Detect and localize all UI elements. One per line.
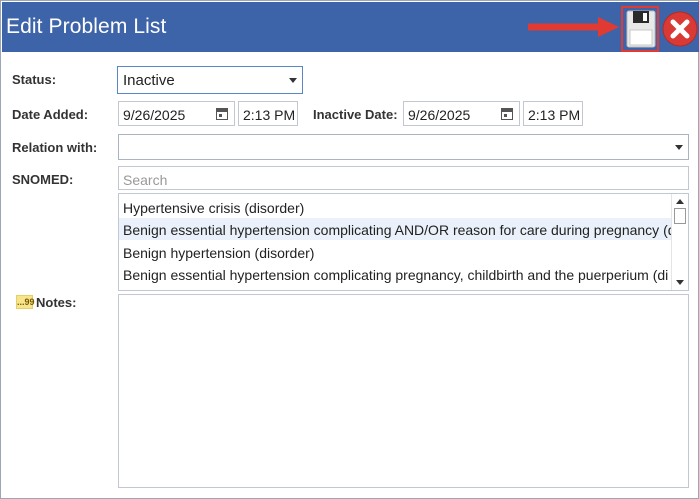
list-item[interactable]: Benign hypertension (disorder): [119, 241, 672, 263]
snomed-label: SNOMED:: [12, 172, 74, 187]
date-added-time-field[interactable]: 2:13 PM: [238, 101, 298, 126]
snomed-results-list: Hypertensive crisis (disorder) Benign es…: [118, 193, 689, 291]
close-button[interactable]: [662, 11, 698, 47]
list-item[interactable]: Benign essential hypertension complicati…: [119, 218, 672, 240]
date-added-date-field[interactable]: 9/26/2025: [118, 101, 235, 126]
floppy-disk-icon: [626, 10, 656, 48]
status-dropdown[interactable]: Inactive: [117, 66, 303, 94]
calendar-icon[interactable]: [216, 108, 228, 120]
date-added-time-value: 2:13 PM: [243, 107, 296, 123]
chevron-down-icon: [675, 145, 683, 150]
results-scrollbar[interactable]: [671, 194, 688, 290]
snomed-search-input[interactable]: [118, 166, 689, 190]
date-added-date-value: 9/26/2025: [123, 107, 186, 123]
title-bar: Edit Problem List: [2, 2, 699, 52]
edit-problem-list-dialog: Edit Problem List Status: Inactive Date …: [0, 0, 699, 499]
status-label: Status:: [12, 72, 57, 87]
notes-label: Notes:: [36, 295, 77, 310]
relation-dropdown[interactable]: [118, 134, 689, 160]
red-arrow-annotation-icon: [528, 17, 619, 37]
inactive-date-time-field[interactable]: 2:13 PM: [523, 101, 583, 126]
list-item[interactable]: Hypertensive crisis (disorder): [119, 196, 672, 218]
notes-textarea[interactable]: [118, 294, 689, 488]
dialog-title: Edit Problem List: [6, 15, 167, 38]
list-item[interactable]: Benign essential hypertension complicati…: [119, 263, 672, 285]
chevron-down-icon: [289, 78, 297, 83]
status-value: Inactive: [123, 72, 175, 89]
relation-label: Relation with:: [12, 140, 98, 155]
calendar-icon[interactable]: [501, 108, 513, 120]
save-button[interactable]: [621, 6, 659, 52]
inactive-date-date-value: 9/26/2025: [408, 107, 471, 123]
scroll-thumb[interactable]: [674, 208, 686, 224]
inactive-date-label: Inactive Date:: [313, 107, 398, 122]
scroll-up-icon[interactable]: [676, 199, 684, 204]
inactive-date-time-value: 2:13 PM: [528, 107, 581, 123]
inactive-date-date-field[interactable]: 9/26/2025: [403, 101, 520, 126]
scroll-down-icon[interactable]: [676, 280, 684, 285]
notes-quote-icon: ...99: [16, 295, 35, 309]
date-added-label: Date Added:: [12, 107, 89, 122]
